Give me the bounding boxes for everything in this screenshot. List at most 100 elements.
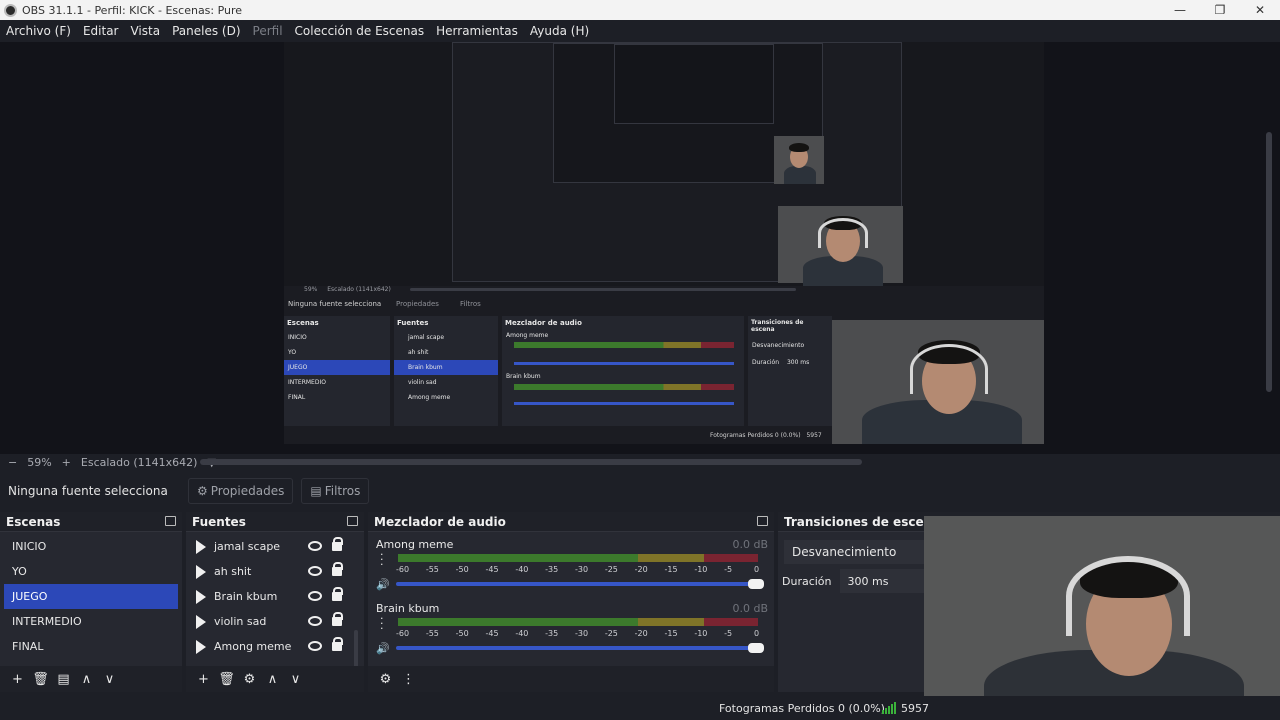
eye-icon[interactable] <box>308 541 322 551</box>
volume-slider[interactable] <box>396 579 764 589</box>
nested-webcam-small <box>774 136 824 184</box>
meter-tick-label: -25 <box>604 565 618 574</box>
play-icon[interactable] <box>196 639 206 654</box>
trash-icon[interactable]: 🗑 <box>215 672 238 687</box>
source-item[interactable]: jamal scape <box>186 534 364 559</box>
preview-vertical-scrollbar[interactable] <box>1266 132 1272 392</box>
arrow-down-icon[interactable]: ∨ <box>98 672 121 687</box>
eye-icon[interactable] <box>308 566 322 576</box>
preview-horizontal-scrollbar[interactable] <box>200 459 862 465</box>
plus-icon[interactable]: + <box>192 672 215 687</box>
meter-tick-label: -40 <box>515 565 529 574</box>
sources-toolbar: + 🗑 ⚙ ∧ ∨ <box>186 666 364 692</box>
volume-slider[interactable] <box>396 643 764 653</box>
meter-tick-label: -30 <box>575 565 589 574</box>
nested-bitrate: 5957 <box>806 432 822 439</box>
preview-area[interactable]: 59% Escalado (1141x642) Ninguna fuente s… <box>0 42 1280 454</box>
window-title: OBS 31.1.1 - Perfil: KICK - Escenas: Pur… <box>22 3 243 17</box>
zoom-out-button[interactable]: − <box>8 456 17 469</box>
nested-obs-ui: 59% Escalado (1141x642) Ninguna fuente s… <box>284 286 1044 444</box>
arrow-up-icon[interactable]: ∧ <box>75 672 98 687</box>
slider-handle[interactable] <box>748 643 764 653</box>
menu-coleccion-escenas[interactable]: Colección de Escenas <box>289 24 431 38</box>
scene-item-intermedio[interactable]: INTERMEDIO <box>4 609 178 634</box>
arrow-down-icon[interactable]: ∨ <box>284 672 307 687</box>
scenes-list: INICIO YO JUEGO INTERMEDIO FINAL <box>0 532 182 659</box>
play-icon[interactable] <box>196 564 206 579</box>
meter-tick-label: -25 <box>604 629 618 638</box>
no-source-label: Ninguna fuente selecciona <box>8 484 168 498</box>
meter-tick-label: -45 <box>485 629 499 638</box>
eye-icon[interactable] <box>308 641 322 651</box>
meter-tick-label: 0 <box>754 629 760 638</box>
meter-tick-label: -5 <box>724 629 733 638</box>
play-icon[interactable] <box>196 539 206 554</box>
lock-icon[interactable] <box>332 612 343 626</box>
trash-icon[interactable]: 🗑 <box>29 672 52 687</box>
source-item[interactable]: ah shit <box>186 559 364 584</box>
signal-icon <box>882 702 897 714</box>
scene-item-final[interactable]: FINAL <box>4 634 178 659</box>
bitrate-label: 5957 <box>901 701 929 715</box>
duration-input[interactable]: 300 ms <box>839 569 924 593</box>
scene-item-yo[interactable]: YO <box>4 559 178 584</box>
scene-item-juego[interactable]: JUEGO <box>4 584 178 609</box>
speaker-icon[interactable]: 🔊 <box>376 578 390 591</box>
menu-ayuda[interactable]: Ayuda (H) <box>524 24 595 38</box>
scale-label: Escalado (1141x642) <box>80 455 198 469</box>
menu-editar[interactable]: Editar <box>77 24 125 38</box>
menu-vista[interactable]: Vista <box>124 24 166 38</box>
play-icon[interactable] <box>196 614 206 629</box>
meter-tick-label: -20 <box>634 565 648 574</box>
close-button[interactable]: ✕ <box>1240 0 1280 20</box>
slider-handle[interactable] <box>748 579 764 589</box>
filter-icon[interactable]: ▤ <box>52 672 75 687</box>
undock-icon[interactable] <box>757 516 768 526</box>
gear-icon[interactable]: ⚙ <box>238 672 261 687</box>
transition-type-select[interactable]: Desvanecimiento <box>784 540 924 564</box>
play-icon[interactable] <box>196 589 206 604</box>
gear-icon: ⚙ <box>197 484 208 498</box>
channel-db: 0.0 dB <box>732 538 768 551</box>
source-item[interactable]: violin sad <box>186 609 364 634</box>
kebab-menu-icon[interactable]: ⋮ <box>397 672 420 687</box>
menu-archivo[interactable]: Archivo (F) <box>0 24 77 38</box>
kebab-menu-icon[interactable]: · · · <box>380 613 384 634</box>
menu-bar: Archivo (F) Editar Vista Paneles (D) Per… <box>0 20 1280 42</box>
undock-icon[interactable] <box>347 516 358 526</box>
nested-no-source: Ninguna fuente selecciona <box>288 300 382 308</box>
advanced-audio-icon[interactable]: ⚙ <box>374 672 397 687</box>
menu-paneles[interactable]: Paneles (D) <box>166 24 246 38</box>
meter-tick-label: -15 <box>664 565 678 574</box>
source-item[interactable]: Among meme <box>186 634 364 659</box>
filters-button[interactable]: ▤ Filtros <box>301 478 370 504</box>
lock-icon[interactable] <box>332 562 343 576</box>
undock-icon[interactable] <box>165 516 176 526</box>
obs-logo-icon <box>4 3 17 17</box>
minimize-button[interactable]: — <box>1160 0 1200 20</box>
zoom-in-button[interactable]: + <box>62 456 71 469</box>
source-item[interactable]: Brain kbum <box>186 584 364 609</box>
menu-herramientas[interactable]: Herramientas <box>430 24 524 38</box>
meter-tick-label: -60 <box>396 565 410 574</box>
arrow-up-icon[interactable]: ∧ <box>261 672 284 687</box>
speaker-icon[interactable]: 🔊 <box>376 642 390 655</box>
lock-icon[interactable] <box>332 637 343 651</box>
lock-icon[interactable] <box>332 537 343 551</box>
sources-dock: Fuentes jamal scape ah shit Brain kbum v… <box>186 512 364 692</box>
plus-icon[interactable]: + <box>6 672 29 687</box>
meter-tick-label: -60 <box>396 629 410 638</box>
status-bar: Fotogramas Perdidos 0 (0.0%) 5957 <box>0 696 1280 720</box>
channel-name: Among meme <box>376 538 454 551</box>
eye-icon[interactable] <box>308 591 322 601</box>
restore-button[interactable]: ❐ <box>1200 0 1240 20</box>
lock-icon[interactable] <box>332 587 343 601</box>
scene-item-inicio[interactable]: INICIO <box>4 534 178 559</box>
eye-icon[interactable] <box>308 616 322 626</box>
kebab-menu-icon[interactable]: · · · <box>380 549 384 570</box>
preview-canvas[interactable]: 59% Escalado (1141x642) Ninguna fuente s… <box>284 42 1044 444</box>
menu-perfil[interactable]: Perfil <box>247 24 289 38</box>
audio-mixer-dock: Mezclador de audio Among meme 0.0 dB · · ·… <box>368 512 774 692</box>
volume-meter <box>398 618 758 626</box>
properties-button[interactable]: ⚙ Propiedades <box>188 478 294 504</box>
